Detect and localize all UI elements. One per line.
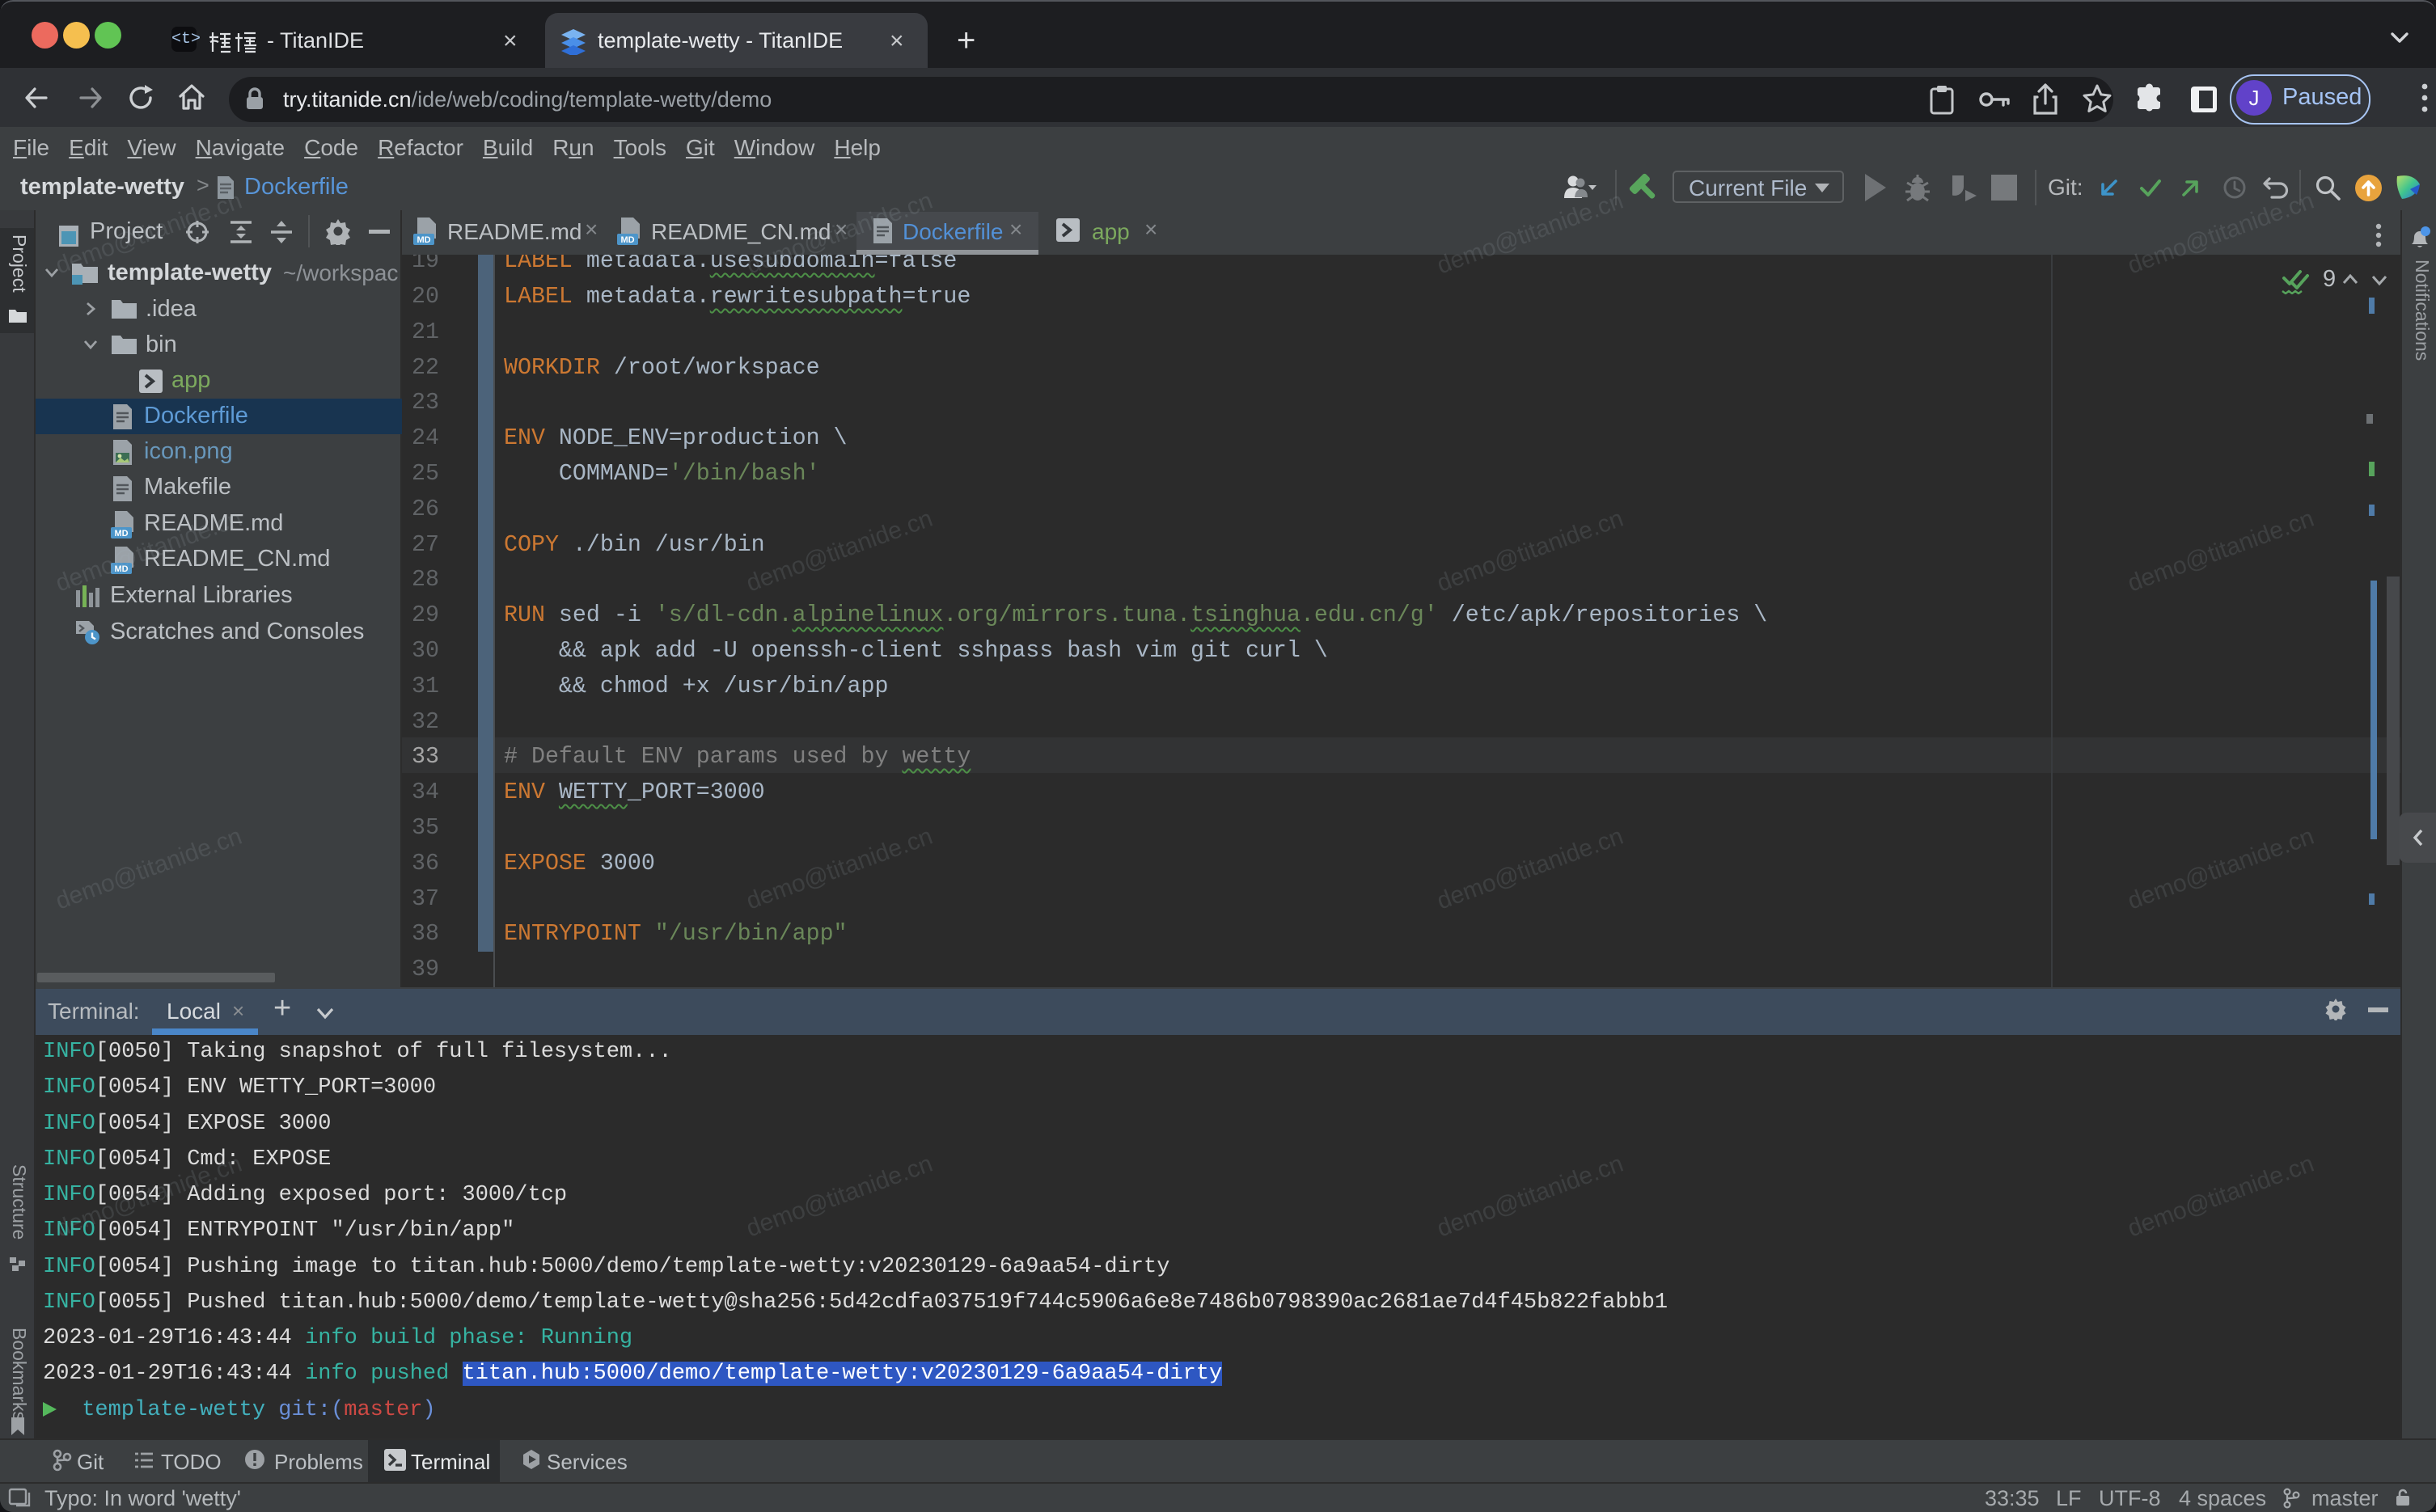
svg-text:MD: MD	[620, 235, 634, 245]
svg-text:MD: MD	[114, 529, 128, 538]
svg-text:MD: MD	[417, 235, 430, 245]
